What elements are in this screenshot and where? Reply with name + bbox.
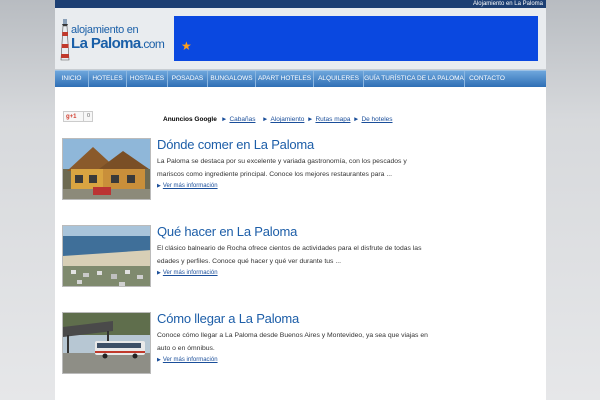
google-plus-button[interactable]: g+1 0 — [63, 111, 93, 122]
ad-link-label: De hoteles — [361, 116, 393, 123]
arrow-right-icon: ► — [353, 116, 360, 123]
nav-item-hostales[interactable]: HOSTALES — [127, 71, 168, 87]
site-container: Alojamiento en La Paloma alojamiento en … — [55, 0, 546, 400]
header: alojamiento en La Paloma.com ★ — [55, 8, 546, 70]
logo-text-line2: La Paloma.com — [71, 35, 165, 52]
article-donde-comer: Dónde comer en La Paloma La Paloma se de… — [62, 137, 532, 208]
bus-station-photo — [63, 313, 150, 373]
google-plus-icon: g+1 — [66, 114, 77, 120]
read-more-label: Ver más información — [162, 357, 218, 363]
article-description: El clásico balneario de Rocha ofrece cie… — [157, 245, 422, 265]
arrow-right-icon: ► — [307, 116, 314, 123]
ad-link-rutas-mapa[interactable]: ► Rutas mapa — [307, 115, 350, 125]
read-more-link[interactable]: ▶ Ver más información — [157, 357, 218, 363]
article-que-hacer: Qué hacer en La Paloma El clásico balnea… — [62, 224, 532, 295]
article-description: La Paloma se destaca por su excelente y … — [157, 158, 407, 178]
ad-link-cabanas[interactable]: ► Cabañas — [221, 115, 255, 125]
ad-link-label: Rutas mapa — [315, 116, 351, 123]
logo-suffix: .com — [140, 37, 165, 51]
google-plus-count: 0 — [83, 112, 93, 121]
nav-item-inicio[interactable]: INICIO — [55, 71, 89, 87]
article-description: Conoce cómo llegar a La Paloma desde Bue… — [157, 332, 428, 352]
triangle-right-icon: ▶ — [157, 357, 161, 363]
ad-link-alojamiento[interactable]: ► Alojamiento — [262, 115, 304, 125]
read-more-link[interactable]: ▶ Ver más información — [157, 183, 218, 189]
nav-item-apart-hoteles[interactable]: APART HOTELES — [256, 71, 314, 87]
arrow-right-icon: ► — [262, 116, 269, 123]
lighthouse-icon — [60, 19, 70, 61]
triangle-right-icon: ▶ — [157, 183, 161, 189]
read-more-link[interactable]: ▶ Ver más información — [157, 270, 218, 276]
article-title[interactable]: Dónde comer en La Paloma — [157, 137, 314, 152]
nav-item-posadas[interactable]: POSADAS — [168, 71, 208, 87]
nav-item-guia-turistica[interactable]: GUÍA TURÍSTICA DE LA PALOMA — [364, 71, 465, 87]
article-thumbnail-restaurant[interactable] — [62, 138, 151, 200]
star-icon: ★ — [181, 39, 192, 53]
article-title[interactable]: Qué hacer en La Paloma — [157, 224, 297, 239]
ads-title: Anuncios Google — [163, 116, 217, 123]
nav-item-contacto[interactable]: CONTACTO — [465, 71, 509, 87]
nav-item-bungalows[interactable]: BUNGALOWS — [208, 71, 256, 87]
ad-link-label: Cabañas — [229, 116, 256, 123]
article-como-llegar: Cómo llegar a La Paloma Conoce cómo lleg… — [62, 311, 532, 382]
article-thumbnail-beach[interactable] — [62, 225, 151, 287]
triangle-right-icon: ▶ — [157, 270, 161, 276]
read-more-label: Ver más información — [162, 270, 218, 276]
read-more-label: Ver más información — [162, 183, 218, 189]
restaurant-photo — [63, 139, 150, 199]
ad-banner[interactable]: ★ — [174, 16, 538, 61]
article-title[interactable]: Cómo llegar a La Paloma — [157, 311, 299, 326]
ad-link-label: Alojamiento — [270, 116, 305, 123]
site-logo[interactable]: alojamiento en La Paloma.com — [59, 18, 171, 64]
beach-photo — [63, 226, 150, 286]
main-nav: INICIO HOTELES HOSTALES POSADAS BUNGALOW… — [55, 70, 546, 87]
nav-item-alquileres[interactable]: ALQUILERES — [314, 71, 364, 87]
ad-link-de-hoteles[interactable]: ► De hoteles — [353, 115, 393, 125]
top-bar: Alojamiento en La Paloma — [55, 0, 546, 8]
logo-main: La Paloma — [71, 35, 141, 52]
article-thumbnail-bus-station[interactable] — [62, 312, 151, 374]
arrow-right-icon: ► — [221, 116, 228, 123]
nav-item-hoteles[interactable]: HOTELES — [89, 71, 127, 87]
main-content: g+1 0 Anuncios Google ► Cabañas ► Alojamie… — [55, 87, 546, 400]
